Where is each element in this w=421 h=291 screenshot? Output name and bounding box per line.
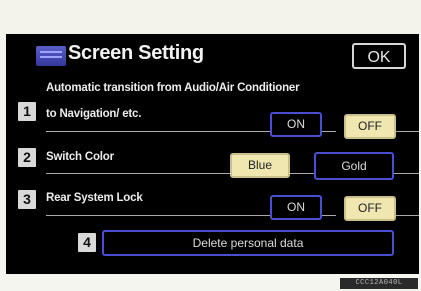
row-2-blue-button[interactable]: Blue xyxy=(230,153,290,178)
row-number-3: 3 xyxy=(18,190,36,209)
row-1-divider xyxy=(46,131,270,132)
row-3-on-button[interactable]: ON xyxy=(270,195,322,220)
row-3-divider xyxy=(46,215,270,216)
row-1-off-button[interactable]: OFF xyxy=(344,114,396,139)
page-title: Screen Setting xyxy=(68,42,204,64)
row-3-label: Rear System Lock xyxy=(46,192,143,204)
row-2-label: Switch Color xyxy=(46,151,114,163)
row-1-label-line1: Automatic transition from Audio/Air Cond… xyxy=(46,82,300,94)
row-3-off-button[interactable]: OFF xyxy=(344,196,396,221)
row-2-divider-end xyxy=(394,173,419,174)
row-number-1: 1 xyxy=(18,102,36,121)
row-1-on-button[interactable]: ON xyxy=(270,112,322,137)
screen-setting-icon xyxy=(36,46,66,66)
row-3-divider-mid xyxy=(322,215,336,216)
row-1-divider-mid xyxy=(322,131,336,132)
row-number-2: 2 xyxy=(18,148,36,167)
row-2-gold-button[interactable]: Gold xyxy=(314,152,394,180)
display-screen: Screen Setting OK 1 Automatic transition… xyxy=(6,34,419,274)
row-1-divider-end xyxy=(396,131,419,132)
row-number-4: 4 xyxy=(78,233,96,252)
ok-button[interactable]: OK xyxy=(352,43,406,69)
row-3-divider-end xyxy=(396,215,419,216)
page-top-margin xyxy=(0,0,421,34)
row-2-divider xyxy=(46,173,230,174)
delete-personal-data-button[interactable]: Delete personal data xyxy=(102,230,394,256)
image-code: CCC12A040L xyxy=(340,278,418,289)
row-1-label-line2: to Navigation/ etc. xyxy=(46,108,142,120)
row-2-divider-mid xyxy=(290,173,314,174)
